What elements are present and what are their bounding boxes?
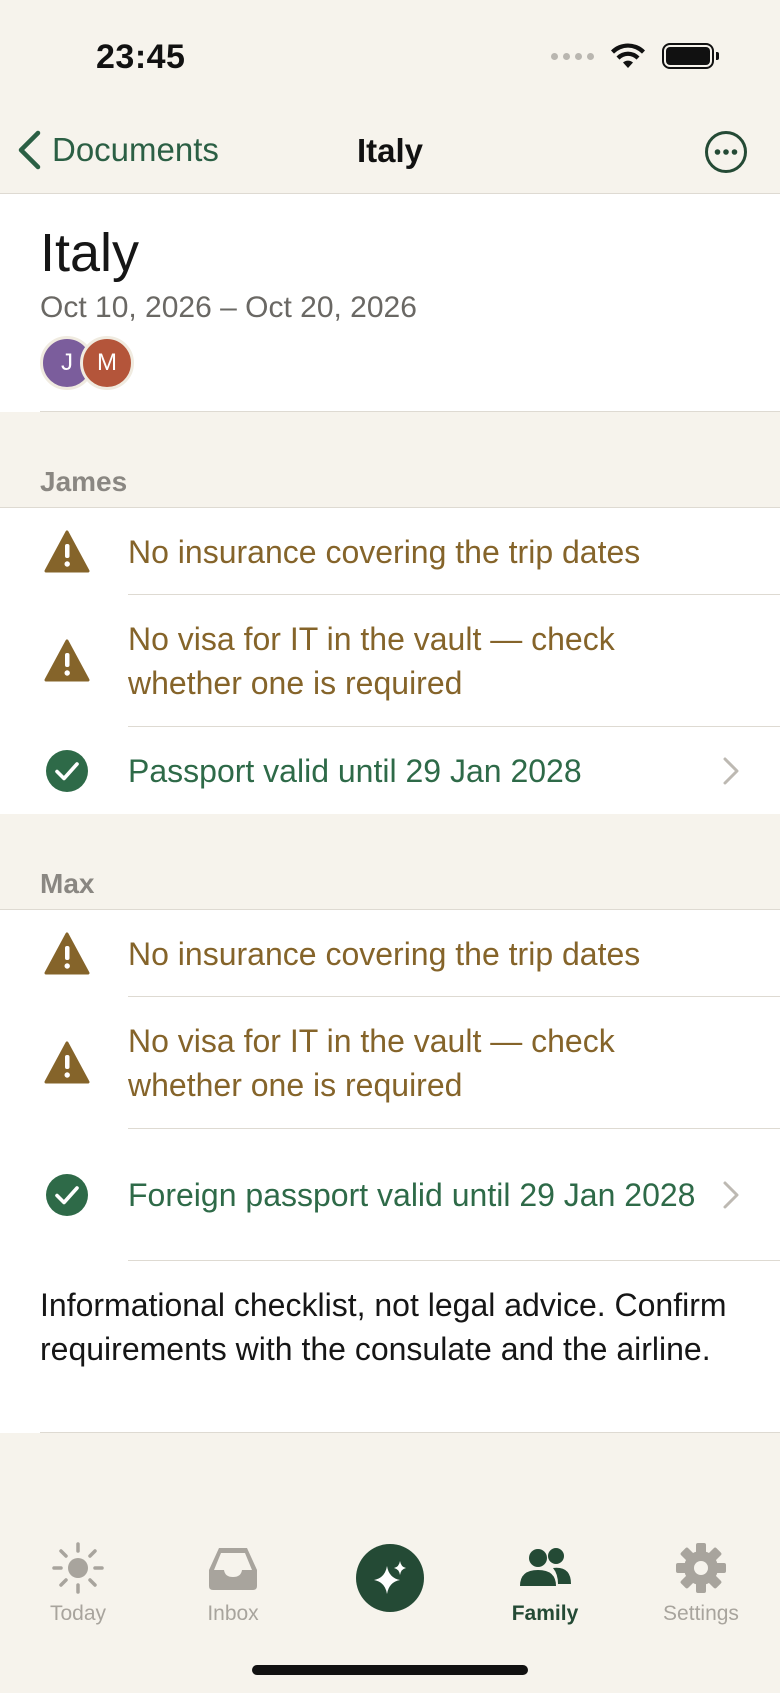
tab-family[interactable]: Family [480, 1540, 610, 1626]
checklist-item-text: No visa for IT in the vault — check whet… [128, 621, 615, 701]
list-item: No visa for IT in the vault — check whet… [0, 595, 780, 727]
checklist-item-text: No insurance covering the trip dates [128, 935, 641, 972]
status-bar: 23:45 [0, 0, 780, 110]
chevron-right-icon [723, 757, 739, 784]
checkmark-circle-icon [46, 749, 88, 792]
sun-icon [52, 1542, 104, 1594]
status-icons [551, 42, 719, 70]
section-header-max: Max [40, 868, 95, 899]
tab-label: Inbox [207, 1602, 259, 1625]
navigation-bar: Documents Italy [0, 110, 780, 194]
tab-today[interactable]: Today [13, 1540, 143, 1626]
tab-label: Settings [663, 1602, 739, 1625]
more-options-icon[interactable] [704, 130, 748, 174]
sparkles-icon [374, 1561, 406, 1594]
checklist-section-max: No insurance covering the trip dates No … [0, 909, 780, 1433]
cellular-signal-icon [551, 52, 594, 60]
section-header-james: James [40, 466, 128, 497]
tab-label: Today [49, 1602, 107, 1625]
wifi-icon [611, 43, 645, 68]
warning-icon [44, 639, 90, 682]
gear-icon [676, 1543, 726, 1593]
tab-settings[interactable]: Settings [636, 1540, 766, 1626]
assistant-button[interactable] [356, 1544, 424, 1612]
checklist-item-text: Passport valid until 29 Jan 2028 [128, 752, 582, 789]
checklist-section-james: No insurance covering the trip dates No … [0, 507, 780, 814]
list-item: No insurance covering the trip dates [0, 508, 780, 595]
trip-title: Italy [40, 223, 140, 283]
avatar: M [80, 336, 134, 390]
trip-header: Italy Oct 10, 2026 – Oct 20, 2026 J M [0, 194, 780, 412]
back-button[interactable]: Documents [16, 130, 219, 170]
foreign-passport-row[interactable]: Foreign passport valid until 29 Jan 2028 [0, 1129, 780, 1261]
people-icon [520, 1548, 571, 1586]
status-time: 23:45 [96, 38, 186, 76]
home-indicator [252, 1665, 528, 1675]
battery-icon [662, 43, 719, 69]
inbox-tray-icon [209, 1548, 257, 1590]
checklist-item-text: Foreign passport valid until 29 Jan 2028 [128, 1177, 696, 1213]
disclaimer-row: Informational checklist, not legal advic… [0, 1261, 780, 1433]
back-button-label: Documents [52, 131, 219, 168]
warning-icon [44, 530, 90, 572]
warning-icon [44, 1041, 90, 1084]
list-item: No visa for IT in the vault — check whet… [0, 997, 780, 1129]
tab-label: Family [511, 1602, 579, 1625]
trip-dates: Oct 10, 2026 – Oct 20, 2026 [40, 291, 417, 324]
checklist-item-text: No visa for IT in the vault — check whet… [128, 1023, 615, 1103]
traveler-avatars: J M [40, 336, 134, 390]
divider [40, 1432, 780, 1433]
tab-inbox[interactable]: Inbox [168, 1540, 298, 1626]
checkmark-circle-icon [46, 1174, 88, 1216]
warning-icon [44, 932, 90, 974]
chevron-left-icon [18, 130, 41, 170]
disclaimer-text: Informational checklist, not legal advic… [40, 1287, 727, 1367]
divider [40, 411, 780, 412]
list-item: No insurance covering the trip dates [0, 910, 780, 997]
checklist-item-text: No insurance covering the trip dates [128, 533, 641, 570]
passport-row[interactable]: Passport valid until 29 Jan 2028 [0, 727, 780, 814]
chevron-right-icon [723, 1181, 739, 1209]
